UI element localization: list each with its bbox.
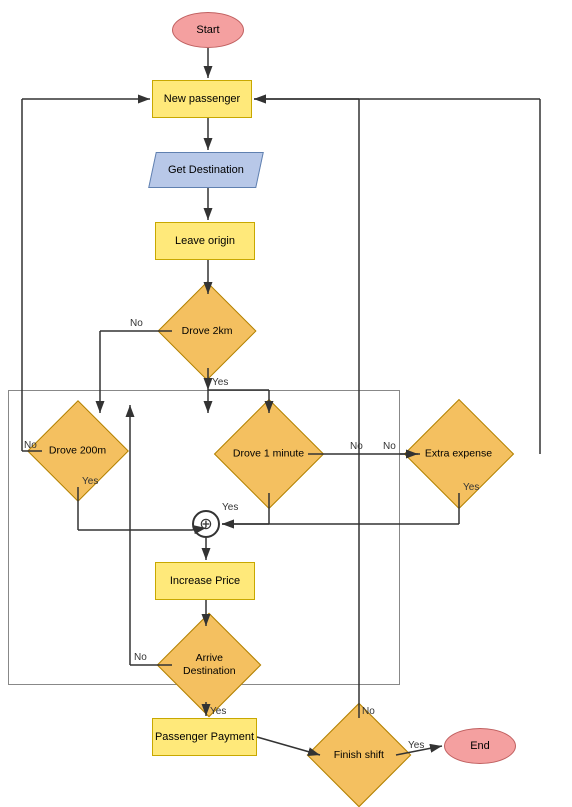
flowchart: Start New passenger Get Destination Leav… <box>0 0 572 780</box>
leave-origin-label: Leave origin <box>175 235 235 247</box>
increase-price-label: Increase Price <box>170 575 240 587</box>
svg-text:Yes: Yes <box>212 377 228 388</box>
get-destination-label: Get Destination <box>168 164 244 176</box>
end-label: End <box>470 740 490 752</box>
drove-200m-label: Drove 200m <box>49 445 106 458</box>
merge-circle: ⊕ <box>192 510 220 538</box>
finish-shift-label: Finish shift <box>334 749 384 762</box>
start-node: Start <box>172 12 244 48</box>
svg-text:Yes: Yes <box>408 740 424 751</box>
get-destination-node: Get Destination <box>148 152 264 188</box>
new-passenger-node: New passenger <box>152 80 252 118</box>
svg-text:No: No <box>130 318 143 329</box>
arrive-dest-label: Arrive Destination <box>173 652 245 677</box>
end-node: End <box>444 728 516 764</box>
extra-expense-node: Extra expense <box>404 399 514 509</box>
passenger-payment-label: Passenger Payment <box>155 731 254 743</box>
extra-expense-label: Extra expense <box>425 448 492 461</box>
leave-origin-node: Leave origin <box>155 222 255 260</box>
drove-2km-label: Drove 2km <box>182 325 233 338</box>
passenger-payment-node: Passenger Payment <box>152 718 257 756</box>
new-passenger-label: New passenger <box>164 93 240 105</box>
drove-2km-node: Drove 2km <box>158 282 257 381</box>
increase-price-node: Increase Price <box>155 562 255 600</box>
finish-shift-node: Finish shift <box>307 703 412 807</box>
drove-1min-label: Drove 1 minute <box>233 448 304 461</box>
start-label: Start <box>196 24 219 36</box>
